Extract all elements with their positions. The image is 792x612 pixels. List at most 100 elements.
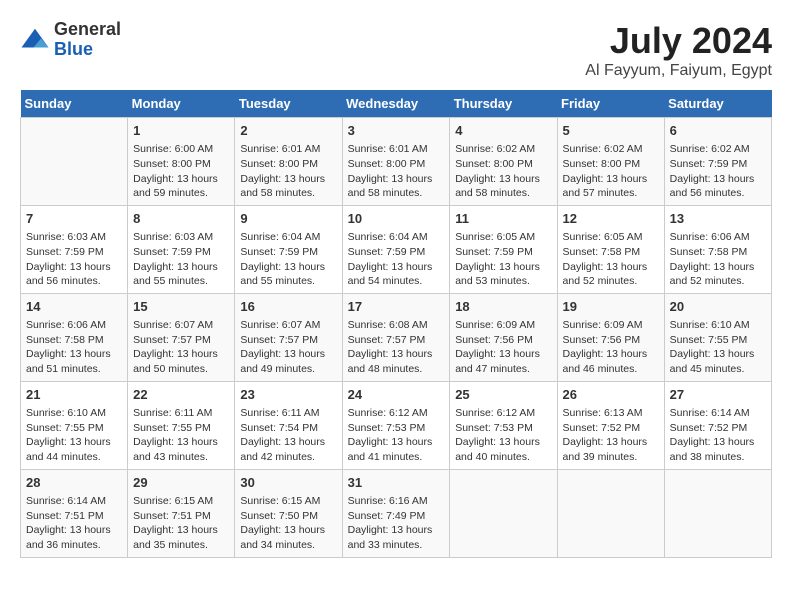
- page-header: General Blue July 2024 Al Fayyum, Faiyum…: [20, 20, 772, 80]
- day-info: Sunrise: 6:16 AM Sunset: 7:49 PM Dayligh…: [348, 494, 445, 553]
- day-number: 16: [240, 298, 336, 316]
- calendar-cell: 13 Sunrise: 6:06 AM Sunset: 7:58 PM Dayli…: [664, 205, 771, 293]
- calendar-week-1: 1Sunrise: 6:00 AM Sunset: 8:00 PM Daylig…: [21, 118, 772, 206]
- day-number: 11: [455, 210, 551, 228]
- day-info: Sunrise: 6:06 AM Sunset: 7:58 PM Dayligh…: [670, 230, 766, 289]
- day-info: Sunrise: 6:01 AM Sunset: 8:00 PM Dayligh…: [348, 142, 445, 201]
- calendar-header-row: SundayMondayTuesdayWednesdayThursdayFrid…: [21, 90, 772, 118]
- logo: General Blue: [20, 20, 121, 60]
- day-info: Sunrise: 6:09 AM Sunset: 7:56 PM Dayligh…: [563, 318, 659, 377]
- calendar-cell: 11Sunrise: 6:05 AM Sunset: 7:59 PM Dayli…: [450, 205, 557, 293]
- calendar-cell: 20 Sunrise: 6:10 AM Sunset: 7:55 PM Dayli…: [664, 293, 771, 381]
- day-number: 18: [455, 298, 551, 316]
- calendar-cell: 3 Sunrise: 6:01 AM Sunset: 8:00 PM Daylig…: [342, 118, 450, 206]
- calendar-cell: 6Sunrise: 6:02 AM Sunset: 7:59 PM Daylig…: [664, 118, 771, 206]
- calendar-week-3: 14 Sunrise: 6:06 AM Sunset: 7:58 PM Dayli…: [21, 293, 772, 381]
- day-info: Sunrise: 6:01 AM Sunset: 8:00 PM Dayligh…: [240, 142, 336, 201]
- day-number: 9: [240, 210, 336, 228]
- day-info: Sunrise: 6:13 AM Sunset: 7:52 PM Dayligh…: [563, 406, 659, 465]
- calendar-location: Al Fayyum, Faiyum, Egypt: [585, 62, 772, 80]
- calendar-cell: 9 Sunrise: 6:04 AM Sunset: 7:59 PM Daylig…: [235, 205, 342, 293]
- header-monday: Monday: [128, 90, 235, 118]
- header-sunday: Sunday: [21, 90, 128, 118]
- day-info: Sunrise: 6:12 AM Sunset: 7:53 PM Dayligh…: [348, 406, 445, 465]
- calendar-cell: [664, 469, 771, 557]
- day-info: Sunrise: 6:03 AM Sunset: 7:59 PM Dayligh…: [26, 230, 122, 289]
- day-number: 15: [133, 298, 229, 316]
- day-number: 6: [670, 122, 766, 140]
- calendar-cell: 27Sunrise: 6:14 AM Sunset: 7:52 PM Dayli…: [664, 381, 771, 469]
- day-info: Sunrise: 6:14 AM Sunset: 7:52 PM Dayligh…: [670, 406, 766, 465]
- calendar-week-5: 28 Sunrise: 6:14 AM Sunset: 7:51 PM Dayli…: [21, 469, 772, 557]
- day-number: 24: [348, 386, 445, 404]
- day-info: Sunrise: 6:10 AM Sunset: 7:55 PM Dayligh…: [26, 406, 122, 465]
- day-number: 23: [240, 386, 336, 404]
- calendar-cell: 25 Sunrise: 6:12 AM Sunset: 7:53 PM Dayli…: [450, 381, 557, 469]
- day-info: Sunrise: 6:04 AM Sunset: 7:59 PM Dayligh…: [348, 230, 445, 289]
- calendar-cell: 2 Sunrise: 6:01 AM Sunset: 8:00 PM Daylig…: [235, 118, 342, 206]
- day-info: Sunrise: 6:11 AM Sunset: 7:54 PM Dayligh…: [240, 406, 336, 465]
- day-number: 21: [26, 386, 122, 404]
- calendar-cell: [450, 469, 557, 557]
- day-info: Sunrise: 6:14 AM Sunset: 7:51 PM Dayligh…: [26, 494, 122, 553]
- day-info: Sunrise: 6:00 AM Sunset: 8:00 PM Dayligh…: [133, 142, 229, 201]
- day-number: 17: [348, 298, 445, 316]
- day-info: Sunrise: 6:10 AM Sunset: 7:55 PM Dayligh…: [670, 318, 766, 377]
- calendar-title: July 2024: [585, 20, 772, 62]
- day-number: 4: [455, 122, 551, 140]
- day-number: 22: [133, 386, 229, 404]
- day-info: Sunrise: 6:07 AM Sunset: 7:57 PM Dayligh…: [133, 318, 229, 377]
- calendar-cell: 10 Sunrise: 6:04 AM Sunset: 7:59 PM Dayli…: [342, 205, 450, 293]
- calendar-cell: 15 Sunrise: 6:07 AM Sunset: 7:57 PM Dayli…: [128, 293, 235, 381]
- day-info: Sunrise: 6:12 AM Sunset: 7:53 PM Dayligh…: [455, 406, 551, 465]
- day-number: 25: [455, 386, 551, 404]
- calendar-cell: 18Sunrise: 6:09 AM Sunset: 7:56 PM Dayli…: [450, 293, 557, 381]
- calendar-cell: 28 Sunrise: 6:14 AM Sunset: 7:51 PM Dayli…: [21, 469, 128, 557]
- calendar-cell: 16Sunrise: 6:07 AM Sunset: 7:57 PM Dayli…: [235, 293, 342, 381]
- day-number: 2: [240, 122, 336, 140]
- logo-general: General: [54, 20, 121, 40]
- day-number: 13: [670, 210, 766, 228]
- day-number: 19: [563, 298, 659, 316]
- day-number: 8: [133, 210, 229, 228]
- calendar-cell: 24 Sunrise: 6:12 AM Sunset: 7:53 PM Dayli…: [342, 381, 450, 469]
- day-number: 20: [670, 298, 766, 316]
- day-info: Sunrise: 6:04 AM Sunset: 7:59 PM Dayligh…: [240, 230, 336, 289]
- day-info: Sunrise: 6:05 AM Sunset: 7:58 PM Dayligh…: [563, 230, 659, 289]
- calendar-cell: 26Sunrise: 6:13 AM Sunset: 7:52 PM Dayli…: [557, 381, 664, 469]
- day-number: 29: [133, 474, 229, 492]
- day-info: Sunrise: 6:11 AM Sunset: 7:55 PM Dayligh…: [133, 406, 229, 465]
- day-number: 5: [563, 122, 659, 140]
- day-info: Sunrise: 6:15 AM Sunset: 7:50 PM Dayligh…: [240, 494, 336, 553]
- day-number: 30: [240, 474, 336, 492]
- day-info: Sunrise: 6:08 AM Sunset: 7:57 PM Dayligh…: [348, 318, 445, 377]
- calendar-week-4: 21 Sunrise: 6:10 AM Sunset: 7:55 PM Dayli…: [21, 381, 772, 469]
- day-info: Sunrise: 6:02 AM Sunset: 8:00 PM Dayligh…: [563, 142, 659, 201]
- calendar-cell: 14 Sunrise: 6:06 AM Sunset: 7:58 PM Dayli…: [21, 293, 128, 381]
- day-number: 3: [348, 122, 445, 140]
- day-number: 12: [563, 210, 659, 228]
- calendar-cell: 1Sunrise: 6:00 AM Sunset: 8:00 PM Daylig…: [128, 118, 235, 206]
- calendar-cell: 8 Sunrise: 6:03 AM Sunset: 7:59 PM Daylig…: [128, 205, 235, 293]
- day-info: Sunrise: 6:15 AM Sunset: 7:51 PM Dayligh…: [133, 494, 229, 553]
- day-info: Sunrise: 6:02 AM Sunset: 8:00 PM Dayligh…: [455, 142, 551, 201]
- calendar-cell: 17 Sunrise: 6:08 AM Sunset: 7:57 PM Dayli…: [342, 293, 450, 381]
- day-number: 14: [26, 298, 122, 316]
- header-friday: Friday: [557, 90, 664, 118]
- logo-icon: [20, 25, 50, 55]
- day-info: Sunrise: 6:03 AM Sunset: 7:59 PM Dayligh…: [133, 230, 229, 289]
- day-number: 10: [348, 210, 445, 228]
- calendar-cell: 31 Sunrise: 6:16 AM Sunset: 7:49 PM Dayli…: [342, 469, 450, 557]
- calendar-cell: 7 Sunrise: 6:03 AM Sunset: 7:59 PM Daylig…: [21, 205, 128, 293]
- header-saturday: Saturday: [664, 90, 771, 118]
- day-info: Sunrise: 6:06 AM Sunset: 7:58 PM Dayligh…: [26, 318, 122, 377]
- calendar-cell: 19 Sunrise: 6:09 AM Sunset: 7:56 PM Dayli…: [557, 293, 664, 381]
- calendar-cell: 29 Sunrise: 6:15 AM Sunset: 7:51 PM Dayli…: [128, 469, 235, 557]
- day-number: 31: [348, 474, 445, 492]
- header-tuesday: Tuesday: [235, 90, 342, 118]
- day-number: 7: [26, 210, 122, 228]
- calendar-cell: 5 Sunrise: 6:02 AM Sunset: 8:00 PM Daylig…: [557, 118, 664, 206]
- calendar-cell: 21 Sunrise: 6:10 AM Sunset: 7:55 PM Dayli…: [21, 381, 128, 469]
- day-number: 28: [26, 474, 122, 492]
- calendar-cell: [21, 118, 128, 206]
